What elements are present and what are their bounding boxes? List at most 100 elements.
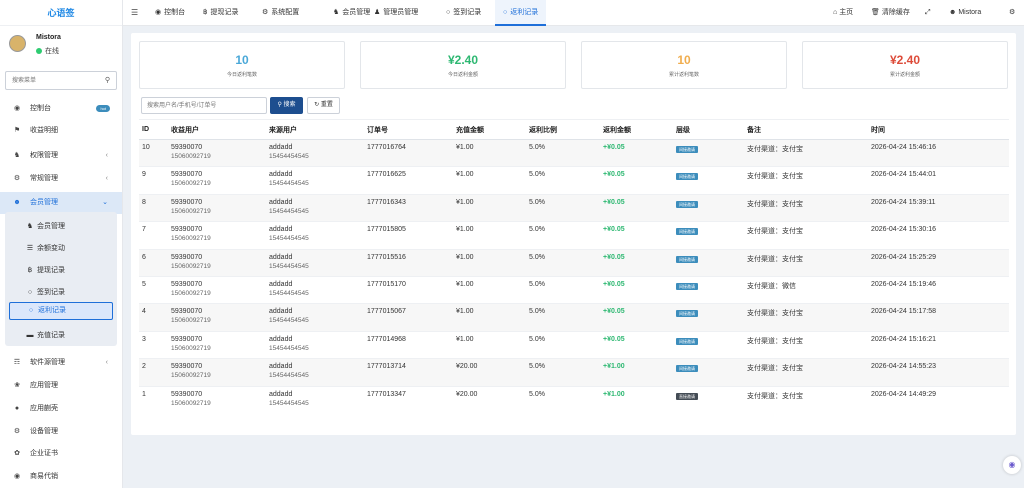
table-cell: 支付渠道：微信 xyxy=(744,275,868,304)
sidebar-item-3[interactable]: ⚙ 常规管理 ‹ xyxy=(0,168,122,190)
table-row[interactable]: 8 59390070 15060092719 addadd 15454454545 177… xyxy=(139,193,1009,222)
level-badge: 间接邀请 xyxy=(676,228,698,236)
table-cell: ¥1.00 xyxy=(453,330,526,359)
table-cell: +¥0.05 xyxy=(600,193,673,222)
avatar[interactable] xyxy=(9,35,26,52)
source-phone: 15454454545 xyxy=(269,262,309,270)
table-row[interactable]: 10 59390070 15060092719 addadd 15454454545 17… xyxy=(139,138,1009,167)
column-header: 备注 xyxy=(744,119,868,140)
timestamp: 2026-04-24 15:30:16 xyxy=(871,226,936,234)
source-name: addadd xyxy=(269,280,293,288)
help-float-icon[interactable]: ◉ xyxy=(1003,456,1021,474)
table-cell: addadd 15454454545 xyxy=(266,330,364,359)
sidebar-item-0[interactable]: ◉ 控制台 hot xyxy=(0,98,122,120)
tab-4[interactable]: ♟ 管理员管理 xyxy=(374,0,418,26)
row-id: 2 xyxy=(142,363,146,371)
earner-name: 59390070 xyxy=(171,335,203,343)
table-cell: 间接邀请 xyxy=(673,193,744,222)
table-cell: +¥0.05 xyxy=(600,138,673,167)
table-body: 10 59390070 15060092719 addadd 15454454545 17… xyxy=(139,138,1009,414)
sidebar-item-8[interactable]: ⚙ 设备管理 xyxy=(0,421,122,443)
table-cell: 7 xyxy=(139,221,168,250)
tab-5[interactable]: ○ 签到记录 xyxy=(446,0,481,26)
settings-icon[interactable]: ⚙ xyxy=(1009,0,1015,26)
stat-label: 累计返利笔数 xyxy=(668,72,699,78)
sidebar-item-10[interactable]: ◉ 商易代销 xyxy=(0,466,122,488)
row-id: 6 xyxy=(142,253,146,261)
table-row[interactable]: 4 59390070 15060092719 addadd 15454454545 177… xyxy=(139,303,1009,332)
timestamp: 2026-04-24 14:55:23 xyxy=(871,363,936,371)
chevron-left-icon: ‹ xyxy=(105,152,108,159)
source-name: addadd xyxy=(269,253,293,261)
user-icon: ♟ xyxy=(374,9,381,16)
table-row[interactable]: 1 59390070 15060092719 addadd 15454454545 177… xyxy=(139,385,1009,414)
sidebar-item-9[interactable]: ✿ 企业证书 xyxy=(0,443,122,465)
recharge-amount: ¥20.00 xyxy=(456,390,478,398)
column-header: 返利比例 xyxy=(526,119,600,140)
table-cell: 间接邀请 xyxy=(673,166,744,195)
app-logo[interactable]: 心语签 xyxy=(0,0,122,26)
sidebar-item-5[interactable]: ☶ 软件源管理 ‹ xyxy=(0,352,122,374)
menu-toggle-icon[interactable]: ☰ xyxy=(131,8,138,17)
submenu-item-0[interactable]: ♞ 会员管理 xyxy=(5,216,117,238)
sidebar-item-1[interactable]: ⚑ 收益明细 xyxy=(0,120,122,142)
table-row[interactable]: 2 59390070 15060092719 addadd 15454454545 177… xyxy=(139,358,1009,387)
submenu-item-5[interactable]: ▬ 充值记录 xyxy=(5,325,117,347)
remark: 支付渠道：支付宝 xyxy=(747,337,803,345)
source-phone: 15454454545 xyxy=(269,372,309,380)
sidebar-item-label: 应用管理 xyxy=(30,382,58,389)
stat-value: ¥2.40 xyxy=(447,53,479,67)
submenu-item-1[interactable]: ☰ 余额变动 xyxy=(5,238,117,260)
search-input[interactable] xyxy=(142,98,262,113)
table-cell: +¥0.05 xyxy=(600,303,673,332)
tab-0[interactable]: ◉ 控制台 xyxy=(155,0,185,26)
table-row[interactable]: 3 59390070 15060092719 addadd 15454454545 177… xyxy=(139,330,1009,359)
submenu-item-2[interactable]: ฿ 提现记录 xyxy=(5,260,117,282)
dashboard-icon: ◉ xyxy=(13,105,21,112)
table-cell: 1777013347 xyxy=(364,385,453,414)
tab-1[interactable]: ฿提现记录 xyxy=(203,0,238,26)
tab-label: 系统配置 xyxy=(271,9,300,16)
timestamp: 2026-04-24 15:19:46 xyxy=(871,280,936,288)
reset-button[interactable]: ↻ 重置 xyxy=(307,97,340,114)
fullscreen-icon[interactable]: ⤢ xyxy=(925,0,931,26)
table-row[interactable]: 6 59390070 15060092719 addadd 15454454545 177… xyxy=(139,248,1009,277)
user-menu[interactable]: ☻ Mistora xyxy=(949,0,981,26)
table-cell: 间接邀请 xyxy=(673,275,744,304)
table-cell: 5 xyxy=(139,275,168,304)
table-cell: 5.0% xyxy=(526,358,600,387)
clear-cache-button[interactable]: 🗑 清除缓存 xyxy=(871,0,910,26)
tab-3[interactable]: ♞ 会员管理 xyxy=(333,0,370,26)
tab-6[interactable]: ○ 返利记录 xyxy=(495,0,547,26)
sidebar-item-6[interactable]: ❀ 应用管理 xyxy=(0,375,122,397)
sidebar-search-input[interactable] xyxy=(6,72,101,89)
remark: 支付渠道：支付宝 xyxy=(747,365,803,373)
search-button[interactable]: ⚲ 搜索 xyxy=(270,97,303,114)
recharge-amount: ¥1.00 xyxy=(456,226,474,234)
stat-label: 累计返利金额 xyxy=(889,72,920,78)
group-icon: ♞ xyxy=(13,152,21,159)
rebate-rate: 5.0% xyxy=(529,171,545,179)
level-badge: 间接邀请 xyxy=(676,173,698,181)
sidebar-item-4[interactable]: ☻ 会员管理 ⌄ xyxy=(0,192,122,214)
search-icon[interactable]: ⚲ xyxy=(105,76,110,84)
table-row[interactable]: 5 59390070 15060092719 addadd 15454454545 177… xyxy=(139,275,1009,304)
home-link[interactable]: ⌂ 主页 xyxy=(833,0,853,26)
table-row[interactable]: 7 59390070 15060092719 addadd 15454454545 177… xyxy=(139,221,1009,250)
column-header: 时间 xyxy=(868,119,1009,140)
table-row[interactable]: 9 59390070 15060092719 addadd 15454454545 177… xyxy=(139,166,1009,195)
sidebar-item-label: 企业证书 xyxy=(30,450,58,457)
table-cell: +¥1.00 xyxy=(600,358,673,387)
level-badge: 间接邀请 xyxy=(676,282,698,290)
column-header: 订单号 xyxy=(364,119,453,140)
sidebar-item-2[interactable]: ♞ 权限管理 ‹ xyxy=(0,145,122,167)
circle-icon: ○ xyxy=(27,289,33,296)
submenu-item-3[interactable]: ○ 签到记录 xyxy=(5,282,117,304)
tab-2[interactable]: ⚙ 系统配置 xyxy=(262,0,299,26)
earner-name: 59390070 xyxy=(171,198,203,206)
rebate-amount: +¥0.05 xyxy=(603,226,625,234)
submenu-item-4[interactable]: ○ 返利记录 xyxy=(9,302,113,320)
sidebar-item-7[interactable]: ● 应用蒯壳 xyxy=(0,398,122,420)
submenu-item-label: 签到记录 xyxy=(37,289,65,296)
sidebar-item-label: 会员管理 xyxy=(30,199,58,206)
